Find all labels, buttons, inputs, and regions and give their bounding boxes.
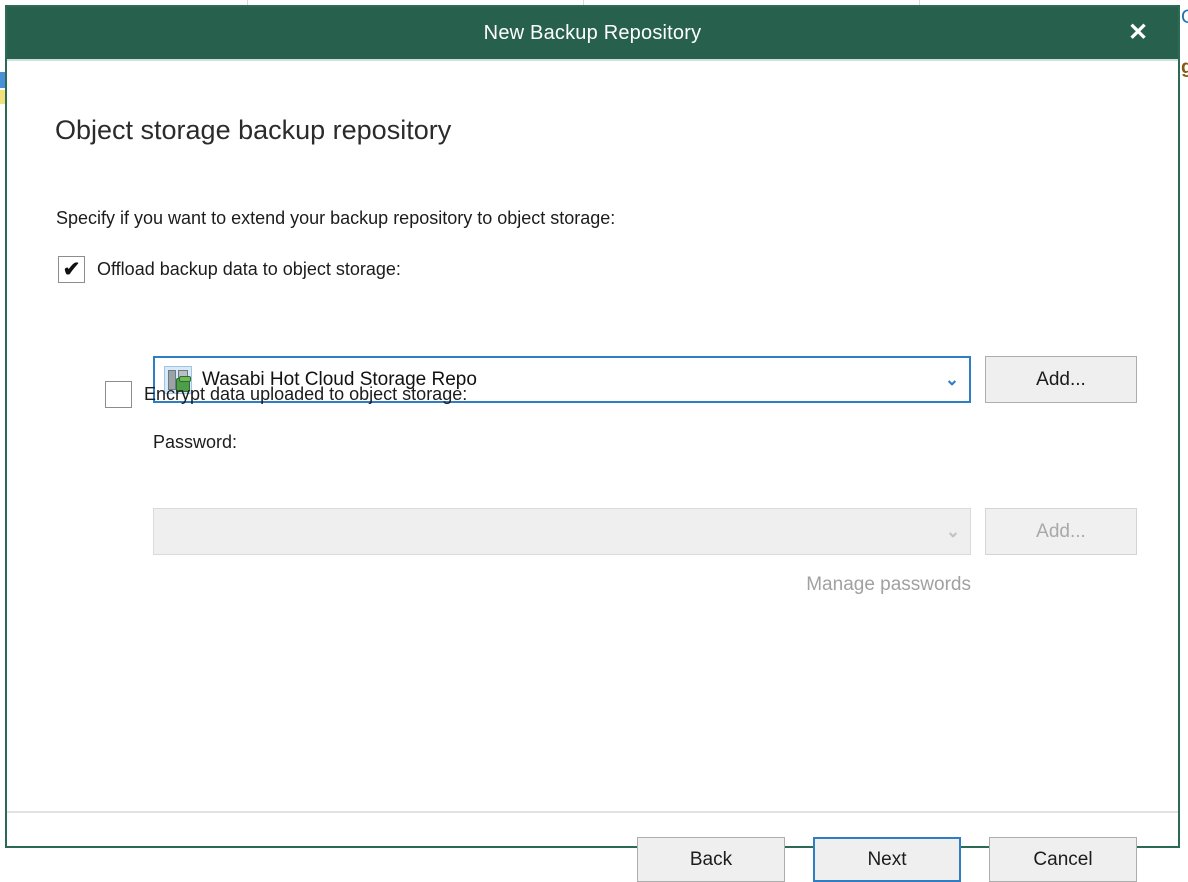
page-description: Specify if you want to extend your backu… [56,208,615,229]
encrypt-data-checkbox-row[interactable]: Encrypt data uploaded to object storage: [105,381,467,408]
offload-backup-data-checkbox-row[interactable]: ✔ Offload backup data to object storage: [58,256,401,283]
close-icon[interactable]: ✕ [1116,7,1160,59]
dialog-titlebar: New Backup Repository ✕ [7,7,1178,59]
dialog-footer: Back Next Cancel [7,813,1178,846]
password-label: Password: [153,432,237,453]
next-button[interactable]: Next [813,837,961,882]
manage-passwords-link: Manage passwords [767,574,971,596]
background-text-fragment-top: C [1181,8,1188,27]
add-object-storage-repository-button[interactable]: Add... [985,356,1137,403]
chevron-down-icon[interactable]: ⌄ [935,371,969,388]
checkmark-icon: ✔ [59,257,84,282]
chevron-down-icon: ⌄ [936,523,970,540]
page-title: Object storage backup repository [55,115,451,146]
new-backup-repository-dialog: New Backup Repository ✕ Object storage b… [5,5,1180,848]
cancel-button[interactable]: Cancel [989,837,1137,882]
footer-button-group: Back Next Cancel [637,837,1137,882]
background-text-fragment-bottom: g [1181,58,1188,77]
back-button[interactable]: Back [637,837,785,882]
dialog-body: Object storage backup repository Specify… [7,61,1178,846]
password-dropdown: ⌄ [153,508,971,555]
encrypt-data-checkbox[interactable] [105,381,132,408]
add-password-button: Add... [985,508,1137,555]
offload-backup-data-label: Offload backup data to object storage: [97,259,401,280]
offload-backup-data-checkbox[interactable]: ✔ [58,256,85,283]
dialog-title: New Backup Repository [484,22,702,45]
encrypt-data-label: Encrypt data uploaded to object storage: [144,384,467,405]
